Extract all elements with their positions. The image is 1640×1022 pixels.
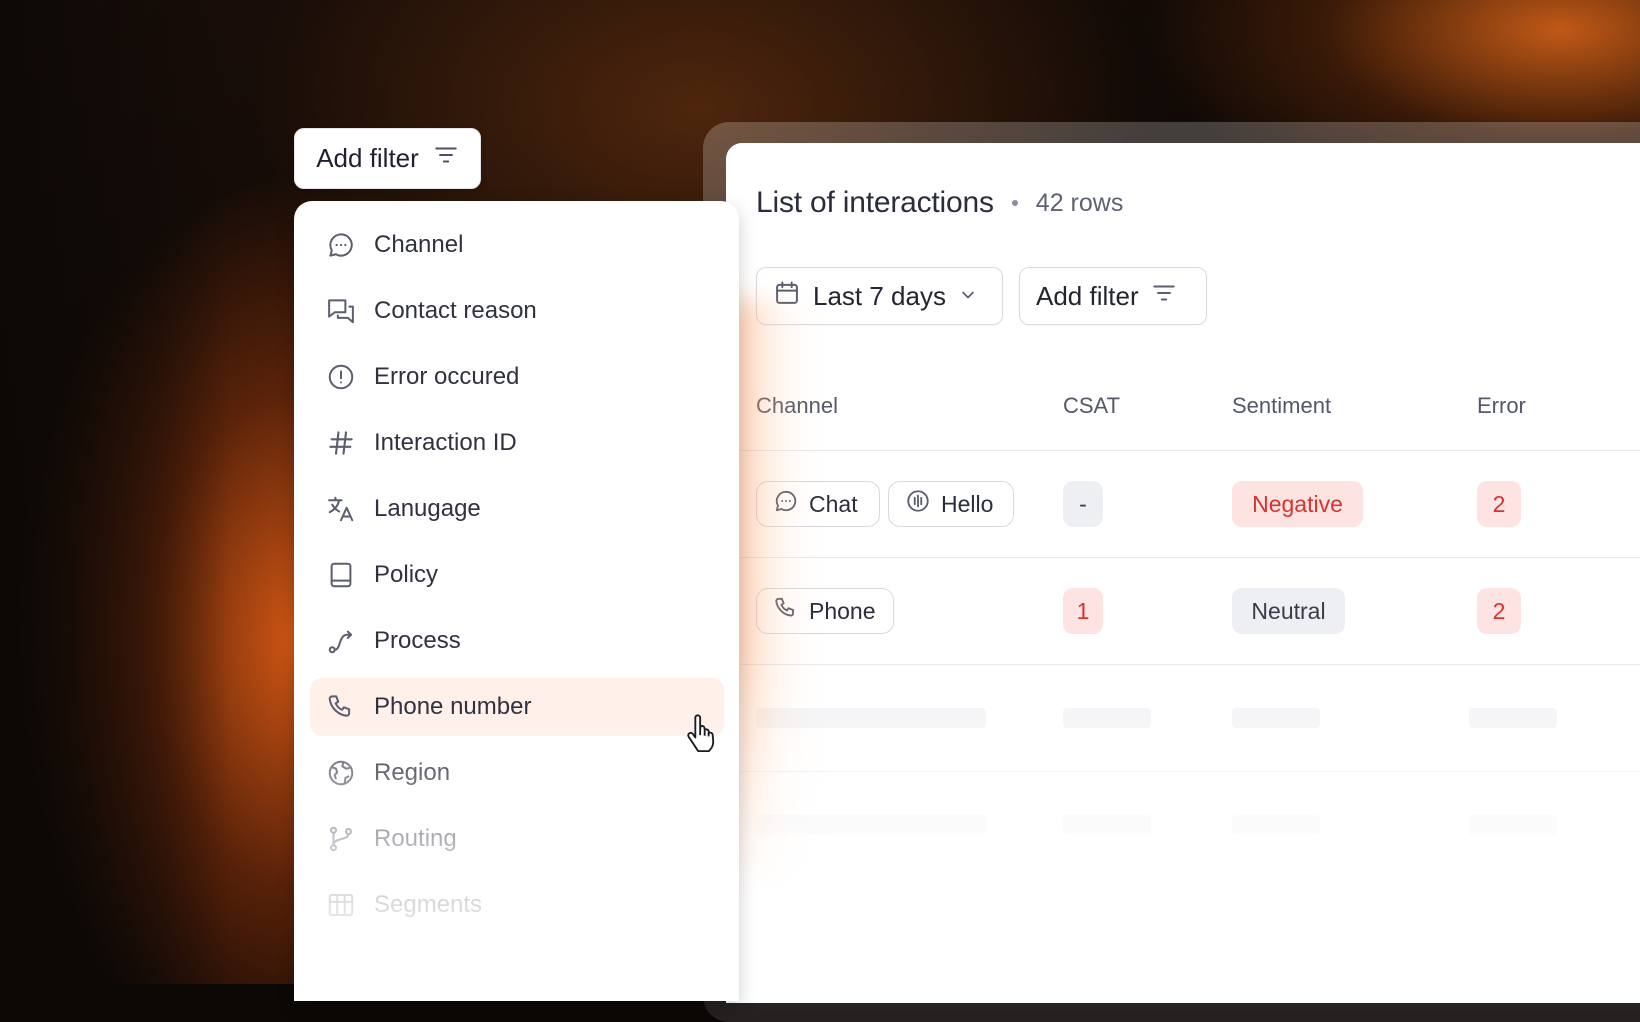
menu-item-label: Policy: [374, 561, 439, 588]
column-header-error[interactable]: Error: [1477, 393, 1526, 419]
menu-item-label: Interaction ID: [374, 429, 517, 456]
filter-lines-icon: [433, 142, 459, 175]
column-header-sentiment[interactable]: Sentiment: [1232, 393, 1331, 419]
book-icon: [326, 560, 356, 590]
csat-value: 1: [1063, 588, 1103, 634]
menu-item-label: Process: [374, 627, 461, 654]
menu-item-label: Lanugage: [374, 495, 481, 522]
menu-item-process[interactable]: Process: [310, 612, 724, 670]
menu-item-phone-number[interactable]: Phone number: [310, 678, 724, 736]
messages-icon: [326, 296, 356, 326]
chat-bubble-icon: [326, 230, 356, 260]
sentiment-badge-neutral: Neutral: [1232, 588, 1345, 634]
calendar-icon: [773, 279, 801, 314]
skeleton-placeholder: [1469, 815, 1557, 835]
globe-icon: [326, 758, 356, 788]
background-shade: [0, 0, 230, 984]
skeleton-placeholder: [1232, 708, 1320, 728]
git-branch-icon: [326, 824, 356, 854]
menu-item-channel[interactable]: Channel: [310, 216, 724, 274]
menu-item-language[interactable]: Lanugage: [310, 480, 724, 538]
filter-dropdown-menu: Channel Contact reason Error occured Int…: [294, 201, 739, 1001]
row-count: 42 rows: [1035, 188, 1124, 217]
csat-value: -: [1063, 481, 1103, 527]
alert-circle-icon: [326, 362, 356, 392]
menu-item-error-occured[interactable]: Error occured: [310, 348, 724, 406]
menu-item-label: Phone number: [374, 693, 532, 720]
page-title: List of interactions: [756, 186, 994, 219]
chat-bubble-icon: [773, 488, 799, 520]
chevron-down-icon: [958, 281, 978, 312]
filter-lines-icon: [1151, 280, 1177, 313]
table-icon: [326, 890, 356, 920]
phone-icon: [773, 595, 799, 627]
voice-wave-icon: [905, 488, 931, 520]
column-header-channel[interactable]: Channel: [756, 393, 838, 419]
menu-item-interaction-id[interactable]: Interaction ID: [310, 414, 724, 472]
channel-chip-label: Chat: [809, 490, 858, 517]
menu-item-label: Region: [374, 759, 451, 786]
error-count-badge: 2: [1477, 481, 1521, 527]
menu-item-label: Error occured: [374, 363, 520, 390]
add-filter-label: Add filter: [1036, 280, 1139, 311]
row-divider: [740, 771, 1640, 772]
row-divider: [740, 557, 1640, 558]
menu-item-segments[interactable]: Segments: [310, 876, 724, 934]
menu-item-label: Routing: [374, 825, 457, 852]
menu-item-routing[interactable]: Routing: [310, 810, 724, 868]
channel-chip-chat[interactable]: Chat: [756, 481, 880, 527]
add-filter-label: Add filter: [316, 143, 419, 173]
row-divider: [740, 450, 1640, 451]
error-count-badge: 2: [1477, 588, 1521, 634]
column-header-csat[interactable]: CSAT: [1063, 393, 1120, 419]
add-filter-button[interactable]: Add filter: [1019, 267, 1207, 325]
skeleton-placeholder: [1469, 708, 1557, 728]
skeleton-placeholder: [756, 815, 986, 835]
hand-cursor-icon: [684, 713, 718, 758]
menu-item-contact-reason[interactable]: Contact reason: [310, 282, 724, 340]
menu-item-policy[interactable]: Policy: [310, 546, 724, 604]
hash-icon: [326, 428, 356, 458]
panel-header: List of interactions 42 rows: [756, 186, 1123, 220]
date-range-label: Last 7 days: [813, 280, 946, 311]
skeleton-placeholder: [1232, 815, 1320, 835]
channel-chip-phone[interactable]: Phone: [756, 588, 894, 634]
row-divider: [740, 664, 1640, 665]
date-range-dropdown[interactable]: Last 7 days: [756, 267, 1003, 325]
skeleton-placeholder: [756, 708, 986, 728]
separator-dot: [1011, 200, 1018, 206]
channel-chip-label: Hello: [941, 490, 994, 517]
menu-item-label: Segments: [374, 891, 483, 918]
menu-item-region[interactable]: Region: [310, 744, 724, 802]
route-icon: [326, 626, 356, 656]
channel-chip-hello[interactable]: Hello: [888, 481, 1014, 527]
translate-icon: [326, 494, 356, 524]
menu-item-label: Contact reason: [374, 297, 537, 324]
add-filter-menu-button[interactable]: Add filter: [294, 128, 481, 189]
channel-chip-label: Phone: [809, 597, 876, 624]
skeleton-placeholder: [1063, 708, 1151, 728]
menu-item-label: Channel: [374, 231, 464, 258]
sentiment-badge-negative: Negative: [1232, 481, 1363, 527]
skeleton-placeholder: [1063, 815, 1151, 835]
phone-icon: [326, 692, 356, 722]
